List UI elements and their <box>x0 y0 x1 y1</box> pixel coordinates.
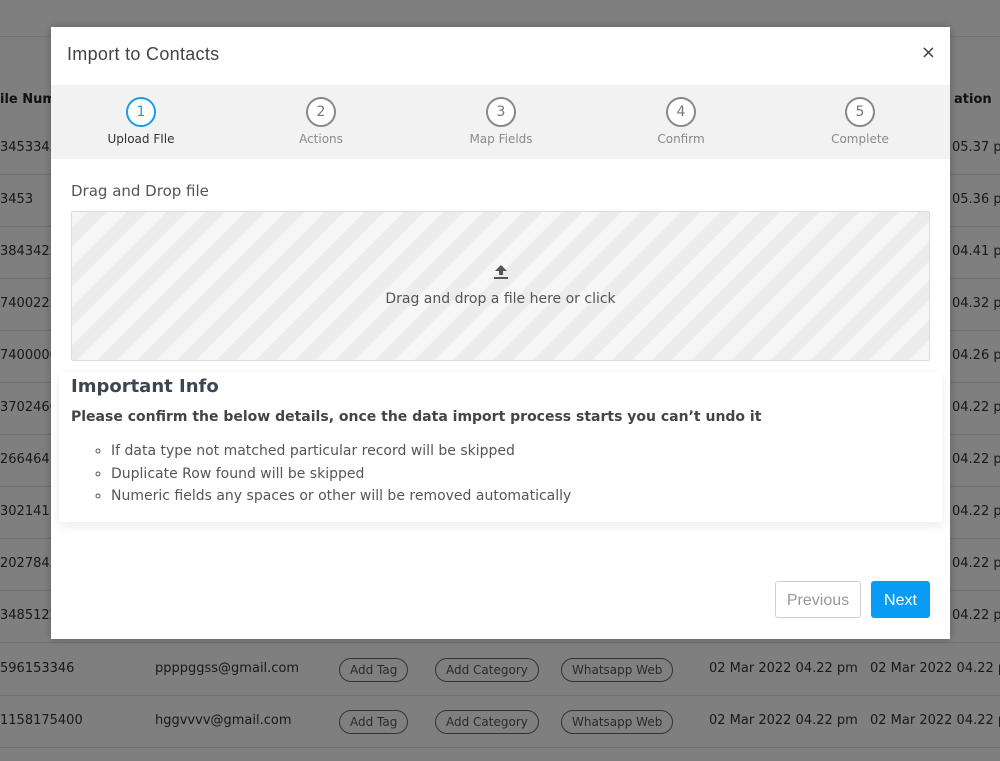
step-label: Upload FIle <box>107 132 175 146</box>
step-actions: 2 Actions <box>231 85 411 159</box>
info-title: Important Info <box>71 376 219 397</box>
step-number: 5 <box>845 97 875 127</box>
step-label: Map Fields <box>469 132 533 146</box>
step-label: Confirm <box>657 132 705 146</box>
step-complete: 5 Complete <box>770 85 950 159</box>
info-subtitle: Please confirm the below details, once t… <box>71 409 762 425</box>
close-icon[interactable]: × <box>921 42 936 64</box>
step-label: Complete <box>831 132 889 146</box>
dropzone-text[interactable]: Drag and drop a file here or click <box>71 291 930 307</box>
next-button[interactable]: Next <box>871 581 930 618</box>
upload-icon[interactable] <box>494 265 508 279</box>
file-dropzone[interactable] <box>71 211 930 361</box>
import-stepper: 1 Upload FIle 2 Actions 3 Map Fields 4 C… <box>51 85 950 159</box>
modal-title: Import to Contacts <box>67 44 220 64</box>
info-list: If data type not matched particular reco… <box>95 440 571 508</box>
dropzone-label: Drag and Drop file <box>71 182 209 200</box>
previous-button[interactable]: Previous <box>775 581 861 618</box>
step-label: Actions <box>299 132 343 146</box>
import-contacts-modal: Import to Contacts × 1 Upload FIle 2 Act… <box>51 27 950 639</box>
step-number: 1 <box>126 97 156 127</box>
step-upload-file: 1 Upload FIle <box>51 85 231 159</box>
list-item: Numeric fields any spaces or other will … <box>111 485 571 508</box>
step-confirm: 4 Confirm <box>591 85 771 159</box>
list-item: If data type not matched particular reco… <box>111 440 571 463</box>
step-number: 2 <box>306 97 336 127</box>
list-item: Duplicate Row found will be skipped <box>111 463 571 486</box>
step-number: 3 <box>486 97 516 127</box>
step-map-fields: 3 Map Fields <box>411 85 591 159</box>
step-number: 4 <box>666 97 696 127</box>
